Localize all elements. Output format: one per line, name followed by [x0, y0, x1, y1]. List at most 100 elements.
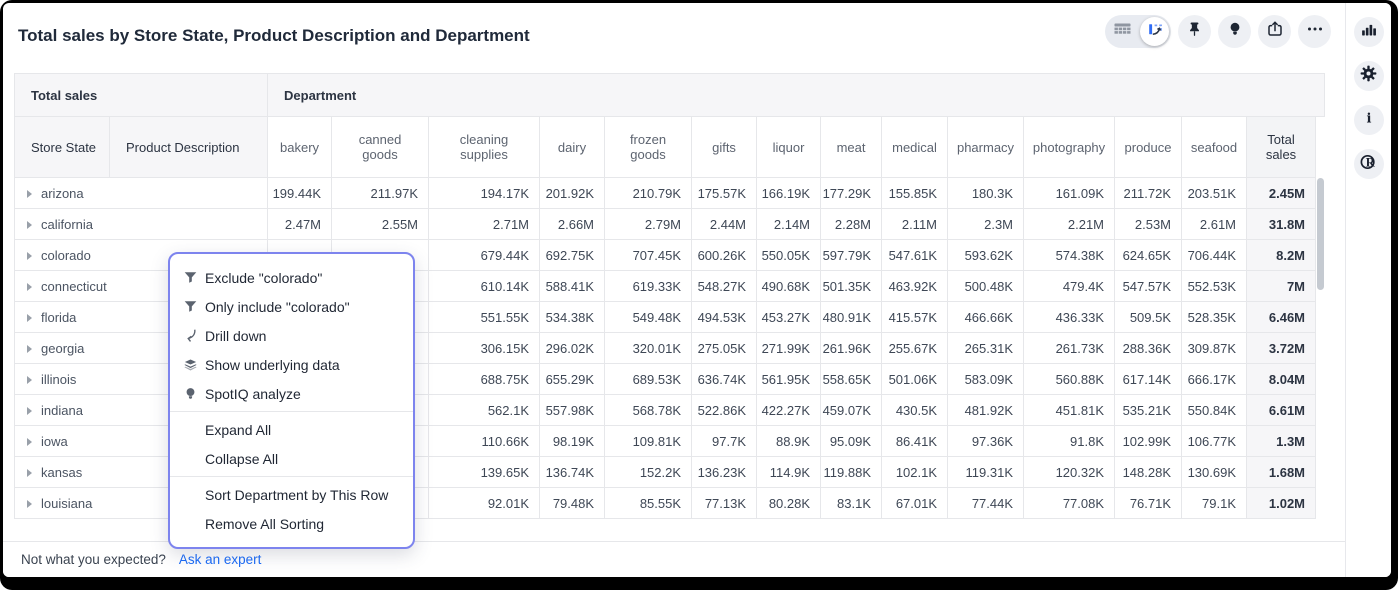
- row-total-cell[interactable]: 31.8M: [1247, 209, 1316, 240]
- value-cell[interactable]: 2.66M: [540, 209, 605, 240]
- value-cell[interactable]: 636.74K: [692, 364, 757, 395]
- expand-caret-icon[interactable]: [27, 376, 32, 384]
- value-cell[interactable]: 180.3K: [948, 178, 1024, 209]
- value-cell[interactable]: 194.17K: [429, 178, 540, 209]
- expand-caret-icon[interactable]: [27, 221, 32, 229]
- value-cell[interactable]: 2.71M: [429, 209, 540, 240]
- value-cell[interactable]: 534.38K: [540, 302, 605, 333]
- value-cell[interactable]: 600.26K: [692, 240, 757, 271]
- value-cell[interactable]: 2.21M: [1024, 209, 1115, 240]
- value-cell[interactable]: 85.55K: [605, 488, 692, 519]
- value-cell[interactable]: 692.75K: [540, 240, 605, 271]
- value-cell[interactable]: 86.41K: [882, 426, 948, 457]
- value-cell[interactable]: 415.57K: [882, 302, 948, 333]
- value-cell[interactable]: 91.8K: [1024, 426, 1115, 457]
- column-header[interactable]: pharmacy: [948, 117, 1024, 178]
- value-cell[interactable]: 624.65K: [1115, 240, 1182, 271]
- expand-caret-icon[interactable]: [27, 345, 32, 353]
- value-cell[interactable]: 177.29K: [821, 178, 882, 209]
- value-cell[interactable]: 79.1K: [1182, 488, 1247, 519]
- value-cell[interactable]: 479.4K: [1024, 271, 1115, 302]
- value-cell[interactable]: 528.35K: [1182, 302, 1247, 333]
- value-cell[interactable]: 110.66K: [429, 426, 540, 457]
- collapse-all-menu-item[interactable]: Collapse All: [170, 444, 413, 473]
- value-cell[interactable]: 102.1K: [882, 457, 948, 488]
- value-cell[interactable]: 320.01K: [605, 333, 692, 364]
- column-header[interactable]: dairy: [540, 117, 605, 178]
- drill-down-menu-item[interactable]: Drill down: [170, 321, 413, 350]
- value-cell[interactable]: 689.53K: [605, 364, 692, 395]
- value-cell[interactable]: 67.01K: [882, 488, 948, 519]
- value-cell[interactable]: 688.75K: [429, 364, 540, 395]
- state-row-header[interactable]: california: [15, 209, 268, 240]
- spotiq-analyze-menu-item[interactable]: SpotIQ analyze: [170, 379, 413, 408]
- value-cell[interactable]: 79.48K: [540, 488, 605, 519]
- value-cell[interactable]: 707.45K: [605, 240, 692, 271]
- value-cell[interactable]: 522.86K: [692, 395, 757, 426]
- value-cell[interactable]: 588.41K: [540, 271, 605, 302]
- value-cell[interactable]: 2.79M: [605, 209, 692, 240]
- value-cell[interactable]: 509.5K: [1115, 302, 1182, 333]
- value-cell[interactable]: 161.09K: [1024, 178, 1115, 209]
- value-cell[interactable]: 480.91K: [821, 302, 882, 333]
- value-cell[interactable]: 655.29K: [540, 364, 605, 395]
- value-cell[interactable]: 211.72K: [1115, 178, 1182, 209]
- column-header[interactable]: medical: [882, 117, 948, 178]
- value-cell[interactable]: 436.33K: [1024, 302, 1115, 333]
- column-header[interactable]: gifts: [692, 117, 757, 178]
- value-cell[interactable]: 120.32K: [1024, 457, 1115, 488]
- value-cell[interactable]: 2.14M: [757, 209, 821, 240]
- value-cell[interactable]: 88.9K: [757, 426, 821, 457]
- value-cell[interactable]: 459.07K: [821, 395, 882, 426]
- value-cell[interactable]: 500.48K: [948, 271, 1024, 302]
- expand-caret-icon[interactable]: [27, 407, 32, 415]
- value-cell[interactable]: 265.31K: [948, 333, 1024, 364]
- value-cell[interactable]: 102.99K: [1115, 426, 1182, 457]
- value-cell[interactable]: 261.96K: [821, 333, 882, 364]
- value-cell[interactable]: 2.28M: [821, 209, 882, 240]
- value-cell[interactable]: 552.53K: [1182, 271, 1247, 302]
- value-cell[interactable]: 548.27K: [692, 271, 757, 302]
- info-button[interactable]: i: [1354, 105, 1384, 135]
- value-cell[interactable]: 275.05K: [692, 333, 757, 364]
- value-cell[interactable]: 201.92K: [540, 178, 605, 209]
- column-header[interactable]: produce: [1115, 117, 1182, 178]
- value-cell[interactable]: 560.88K: [1024, 364, 1115, 395]
- ask-an-expert-link[interactable]: Ask an expert: [179, 552, 262, 567]
- value-cell[interactable]: 288.36K: [1115, 333, 1182, 364]
- row-total-cell[interactable]: 7M: [1247, 271, 1316, 302]
- value-cell[interactable]: 155.85K: [882, 178, 948, 209]
- value-cell[interactable]: 152.2K: [605, 457, 692, 488]
- value-cell[interactable]: 557.98K: [540, 395, 605, 426]
- value-cell[interactable]: 76.71K: [1115, 488, 1182, 519]
- more-options-button[interactable]: [1298, 15, 1331, 48]
- value-cell[interactable]: 451.81K: [1024, 395, 1115, 426]
- value-cell[interactable]: 535.21K: [1115, 395, 1182, 426]
- value-cell[interactable]: 92.01K: [429, 488, 540, 519]
- value-cell[interactable]: 551.55K: [429, 302, 540, 333]
- value-cell[interactable]: 109.81K: [605, 426, 692, 457]
- value-cell[interactable]: 211.97K: [332, 178, 429, 209]
- row-total-cell[interactable]: 2.45M: [1247, 178, 1316, 209]
- row-total-cell[interactable]: 1.3M: [1247, 426, 1316, 457]
- value-cell[interactable]: 139.65K: [429, 457, 540, 488]
- row-total-cell[interactable]: 8.04M: [1247, 364, 1316, 395]
- value-cell[interactable]: 494.53K: [692, 302, 757, 333]
- value-cell[interactable]: 547.57K: [1115, 271, 1182, 302]
- value-cell[interactable]: 97.36K: [948, 426, 1024, 457]
- value-cell[interactable]: 210.79K: [605, 178, 692, 209]
- show-underlying-data-menu-item[interactable]: Show underlying data: [170, 350, 413, 379]
- value-cell[interactable]: 547.61K: [882, 240, 948, 271]
- value-cell[interactable]: 77.44K: [948, 488, 1024, 519]
- row-total-cell[interactable]: 6.46M: [1247, 302, 1316, 333]
- change-visualization-toggle[interactable]: [1140, 17, 1169, 46]
- value-cell[interactable]: 166.19K: [757, 178, 821, 209]
- value-cell[interactable]: 666.17K: [1182, 364, 1247, 395]
- value-cell[interactable]: 199.44K: [268, 178, 332, 209]
- value-cell[interactable]: 501.06K: [882, 364, 948, 395]
- expand-caret-icon[interactable]: [27, 469, 32, 477]
- value-cell[interactable]: 2.55M: [332, 209, 429, 240]
- column-header[interactable]: frozen goods: [605, 117, 692, 178]
- value-cell[interactable]: 422.27K: [757, 395, 821, 426]
- value-cell[interactable]: 136.23K: [692, 457, 757, 488]
